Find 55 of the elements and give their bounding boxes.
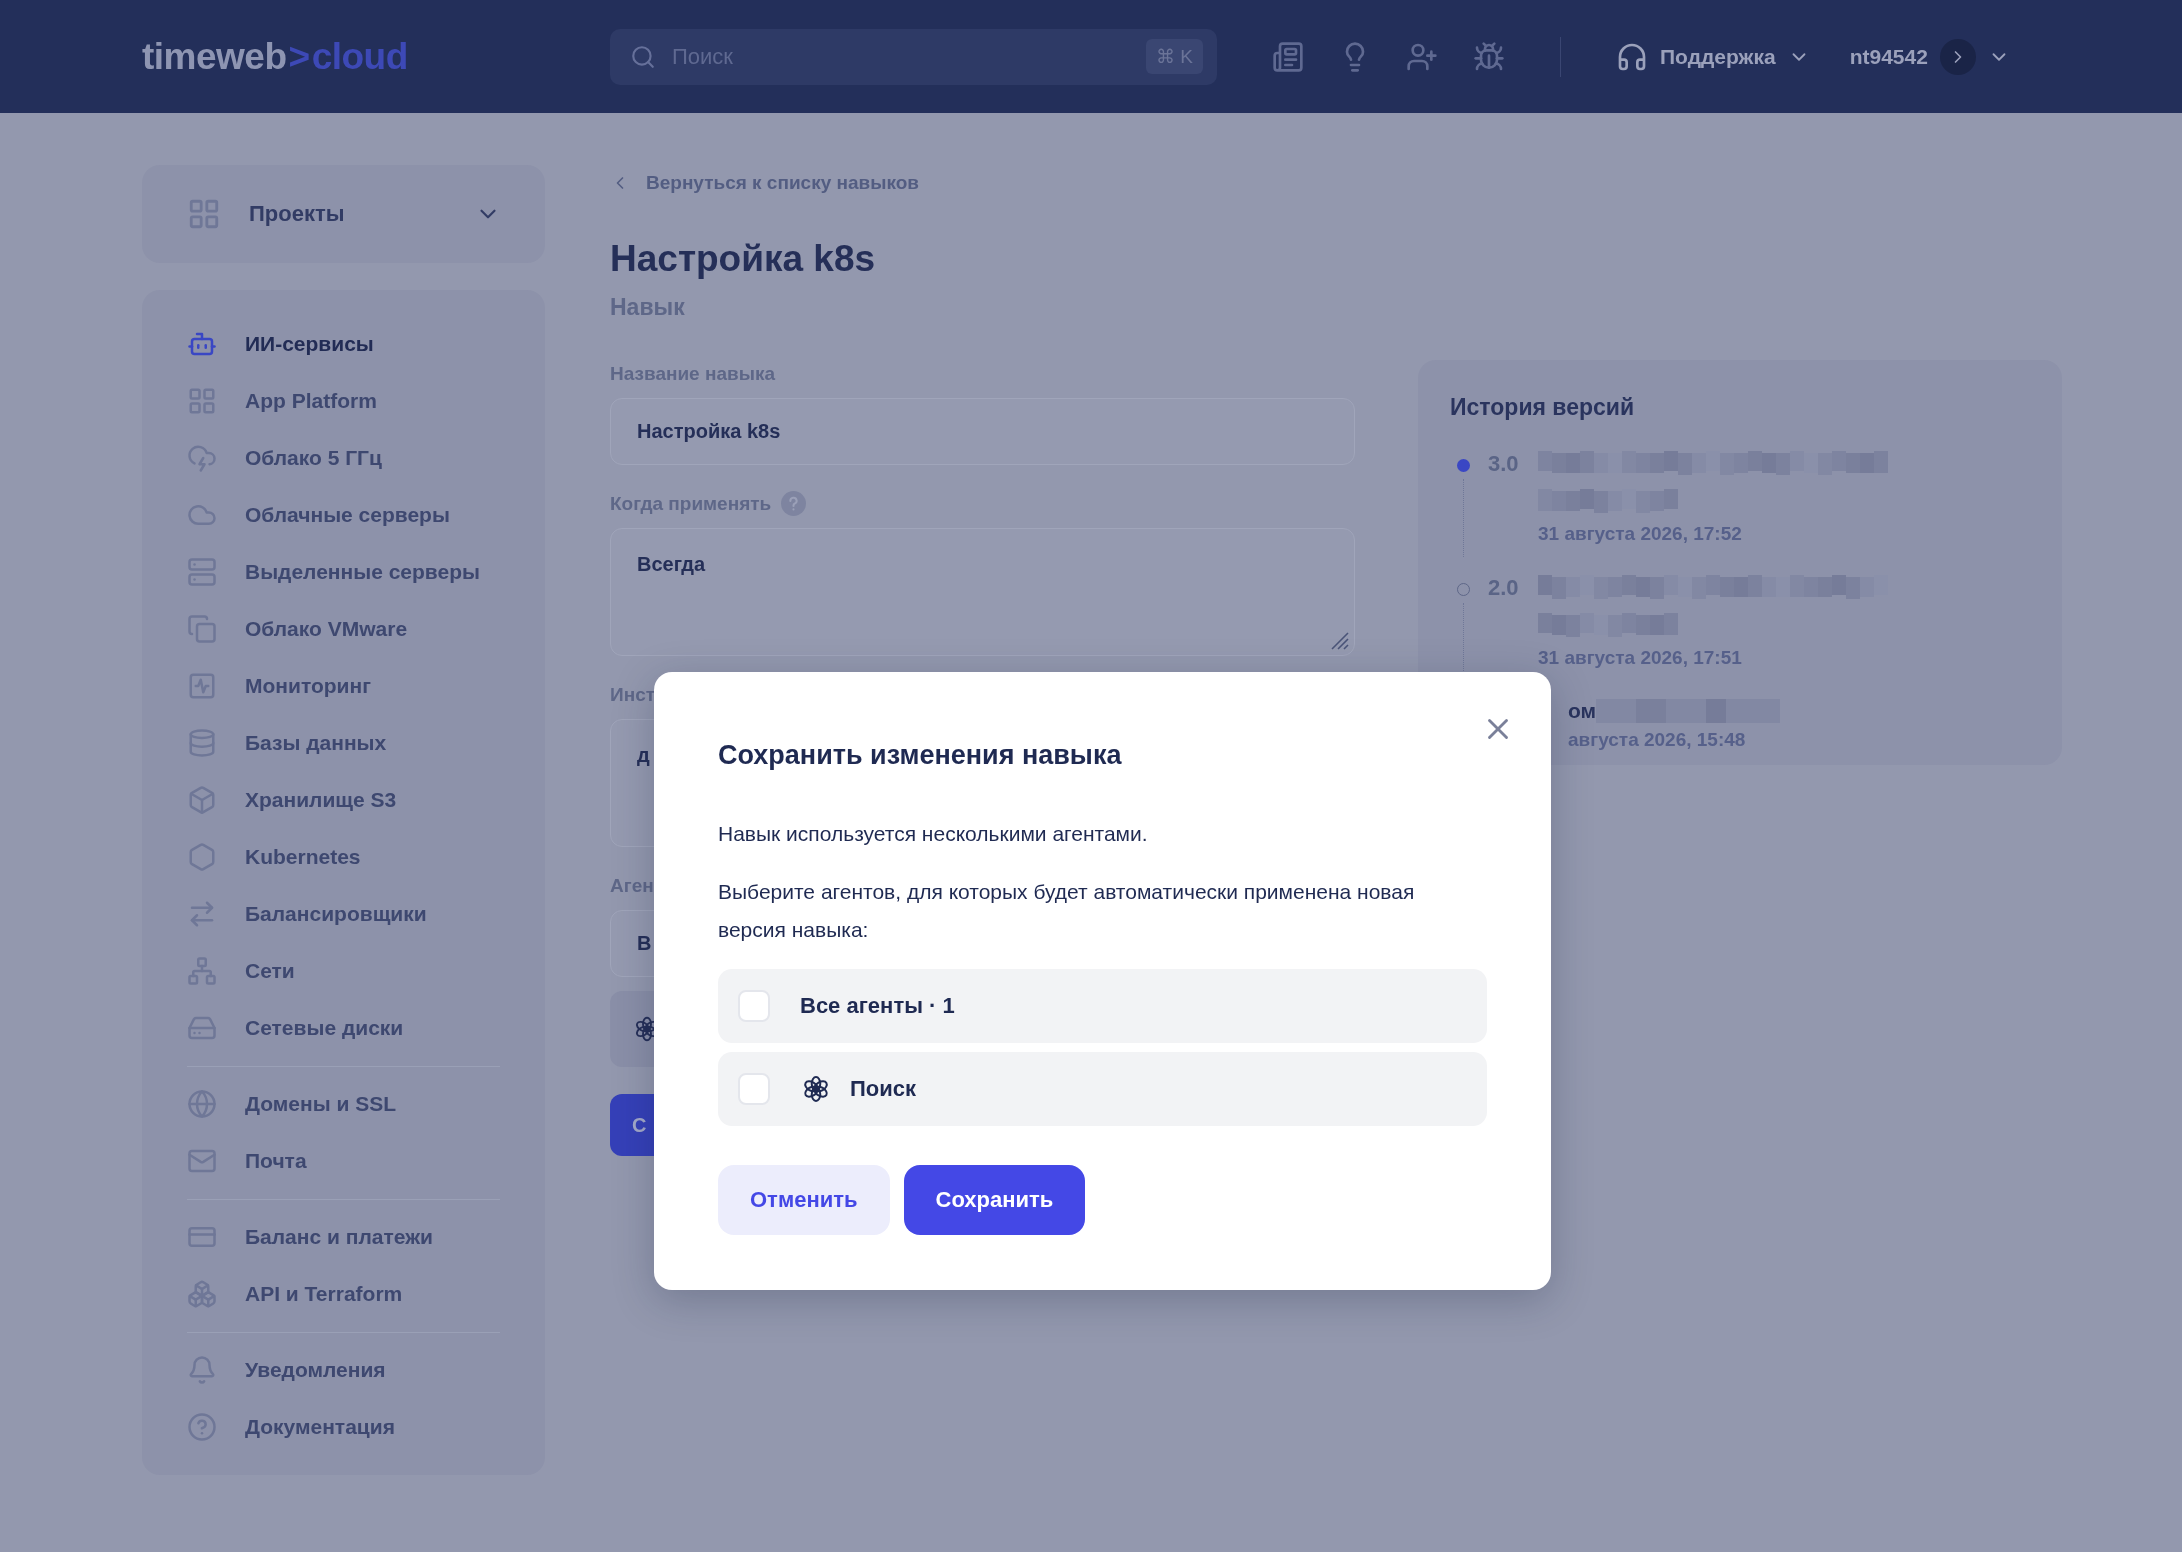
page-title: Настройка k8s: [610, 238, 877, 280]
sidebar-item[interactable]: Почта: [187, 1132, 500, 1189]
checkbox[interactable]: [738, 1073, 770, 1105]
sidebar-item[interactable]: Облако VMware: [187, 600, 500, 657]
sidebar-item[interactable]: Базы данных: [187, 714, 500, 771]
bug-icon[interactable]: [1473, 40, 1505, 73]
database-icon: [187, 727, 217, 758]
sidebar-item[interactable]: Баланс и платежи: [187, 1208, 500, 1265]
save-button[interactable]: Сохранить: [903, 1165, 1086, 1235]
agent-option[interactable]: Все агенты · 1: [718, 969, 1487, 1043]
projects-dropdown[interactable]: Проекты: [142, 165, 545, 263]
version-author: ом: [1568, 699, 1597, 723]
checkbox[interactable]: [738, 990, 770, 1022]
dialog-title: Сохранить изменения навыка: [718, 740, 1123, 771]
input-field[interactable]: Настройка k8s: [610, 398, 1355, 465]
sidebar-item[interactable]: Уведомления: [187, 1341, 500, 1398]
sidebar-item[interactable]: Документация: [187, 1398, 500, 1455]
chevron-right-icon: [1939, 38, 1976, 75]
sidebar-item[interactable]: App Platform: [187, 372, 500, 429]
sidebar-item[interactable]: Сетевые диски: [187, 999, 500, 1056]
sidebar-item[interactable]: Сети: [187, 942, 500, 999]
server-icon: [187, 556, 217, 587]
search-icon: [630, 43, 656, 70]
grid-icon: [187, 197, 221, 231]
cloud-lightning-icon: [187, 442, 217, 473]
help-icon: [781, 491, 807, 516]
cancel-button[interactable]: Отменить: [718, 1165, 890, 1235]
dialog-text: Навык используется несколькими агентами.: [718, 821, 1149, 847]
back-link[interactable]: Вернуться к списку навыков: [610, 172, 1355, 194]
sidebar-item[interactable]: Мониторинг: [187, 657, 500, 714]
bell-icon: [187, 1354, 217, 1385]
sidebar-item[interactable]: Kubernetes: [187, 828, 500, 885]
user-menu[interactable]: nt94542: [1849, 38, 2010, 75]
sidebar-item[interactable]: Хранилище S3: [187, 771, 500, 828]
support-menu[interactable]: Поддержка: [1616, 40, 1810, 73]
hexagon-icon: [187, 841, 217, 872]
sidebar-item[interactable]: API и Terraform: [187, 1265, 500, 1322]
sidebar-item[interactable]: Облако 5 ГГц: [187, 429, 500, 486]
logo[interactable]: timeweb>cloud: [142, 35, 610, 78]
cube-icon: [187, 784, 217, 815]
sidebar-item[interactable]: Балансировщики: [187, 885, 500, 942]
network-icon: [187, 955, 217, 986]
agent-option[interactable]: Поиск: [718, 1052, 1487, 1126]
help-icon: [187, 1411, 217, 1442]
copy-icon: [187, 613, 217, 644]
sidebar-item[interactable]: Облачные серверы: [187, 486, 500, 543]
sidebar-item[interactable]: Выделенные серверы: [187, 543, 500, 600]
boxes-icon: [187, 1278, 217, 1309]
card-title: История версий: [1450, 394, 1636, 421]
news-icon[interactable]: [1272, 40, 1304, 73]
sidebar-item[interactable]: ИИ-сервисы: [187, 315, 500, 372]
dialog-text: Выберите агентов, для которых будет автоматически применена новая версия навыка:: [718, 879, 1416, 943]
globe-icon: [187, 1088, 217, 1119]
sidebar-item[interactable]: Домены и SSL: [187, 1075, 500, 1132]
text-area[interactable]: Всегда: [610, 528, 1355, 656]
